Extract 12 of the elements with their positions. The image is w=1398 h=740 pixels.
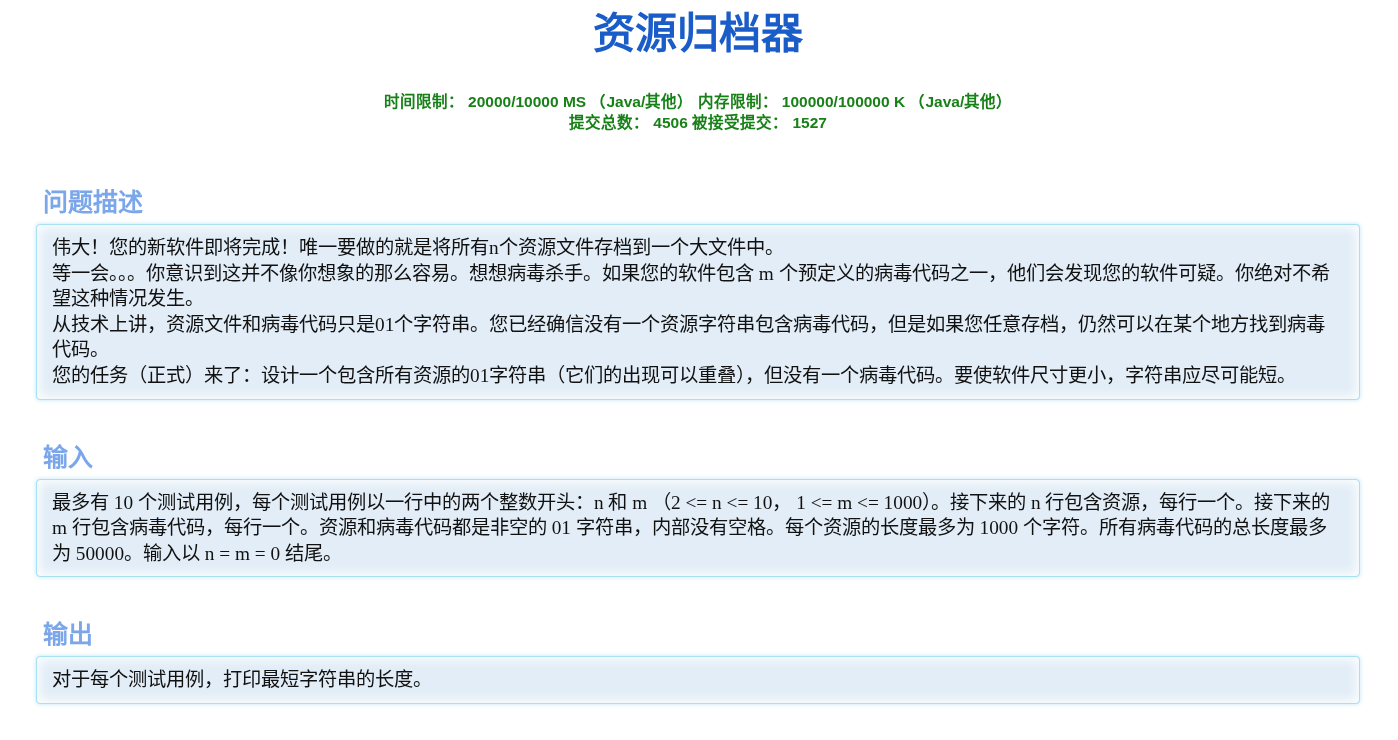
section-paragraph: 最多有 10 个测试用例，每个测试用例以一行中的两个整数开头：n 和 m （2 <= n <= 10， 1 <= m <= 1000）。接下来的 n 行包含资源，每行一个。接下来的 m 行包含病毒代码，每行一个。资源和病毒代码都是非空的 01 字符串，内部没有空格。每个资源的长度最多为 1000 个字符。所有病毒代码的总长度最多为 50000。输入以 n = m = 0 结尾。 bbox=[52, 490, 1332, 566]
section-paragraph: 等一会。。。你意识到这并不像你想象的那么容易。想想病毒杀手。如果您的软件包含 m 个预定义的病毒代码之一，他们会发现您的软件可疑。你绝对不希望这种情况发生。 bbox=[52, 261, 1331, 312]
section-paragraph: 从技术上讲，资源文件和病毒代码只是01个字符串。您已经确信没有一个资源字符串包含病毒代码，但是如果您任意存档，仍然可以在某个地方找到病毒代码。 bbox=[52, 312, 1327, 363]
problem-limits-text: 时间限制： 20000/10000 MS （Java/其他） 内存限制： 100000/100000 K （Java/其他） bbox=[383, 91, 1013, 112]
section-paragraph: 对于每个测试用例，打印最短字符串的长度。 bbox=[52, 668, 433, 693]
section-heading: 输入 bbox=[43, 441, 93, 472]
page-title: 资源归档器 bbox=[593, 10, 803, 58]
problem-limits-text: 提交总数： 4506 被接受提交： 1527 bbox=[569, 112, 827, 133]
section-heading: 输出 bbox=[43, 619, 93, 650]
section-heading: 问题描述 bbox=[43, 187, 143, 217]
section-paragraph: 伟大！您的新软件即将完成！唯一要做的就是将所有n个资源文件存档到一个大文件中。 bbox=[52, 236, 785, 260]
section-paragraph: 您的任务（正式）来了：设计一个包含所有资源的01字符串（它们的出现可以重叠），但没有一个病毒代码。要使软件尺寸更小，字符串应尽可能短。 bbox=[52, 363, 1298, 388]
